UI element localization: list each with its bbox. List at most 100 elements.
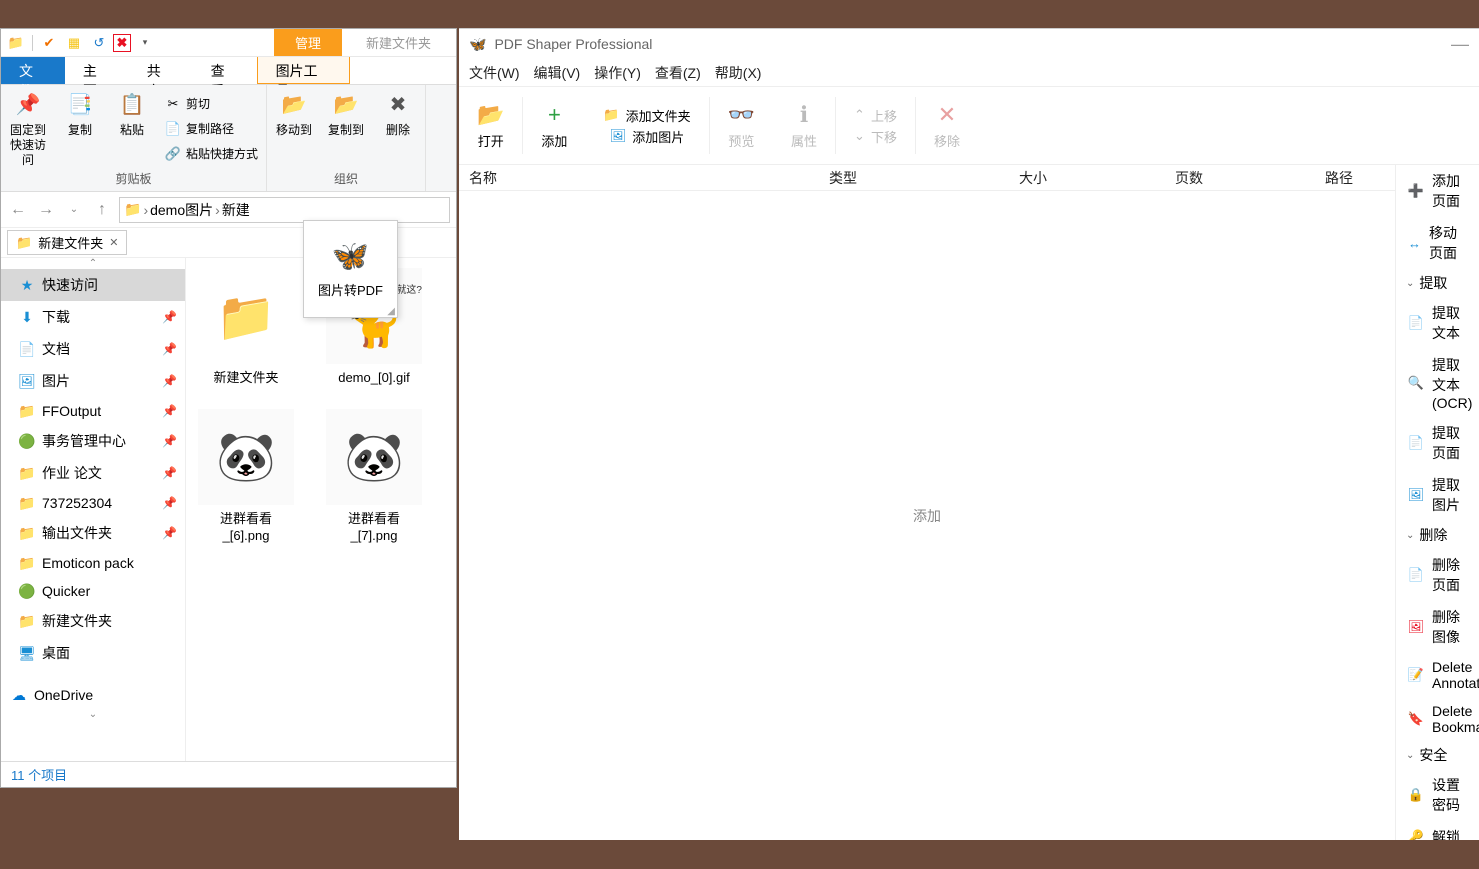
col-path[interactable]: 路径 xyxy=(1325,168,1385,188)
file-pane[interactable]: 📁 新建文件夹 就这? 🐈 demo_[0].gif 🐼 进群看看 _[6].p… xyxy=(186,258,456,761)
minimize-button[interactable]: — xyxy=(1451,34,1469,55)
pin-icon: 📌 xyxy=(162,342,177,356)
cut-label: 剪切 xyxy=(186,95,210,112)
tree-documents[interactable]: 📄文档📌 xyxy=(1,333,185,365)
move-to-button[interactable]: 📂 移动到 xyxy=(271,91,317,138)
menu-op[interactable]: 操作(Y) xyxy=(594,63,641,83)
side-extract-text[interactable]: 📄提取文本 xyxy=(1396,297,1479,349)
scroll-up-indicator[interactable]: ⌃ xyxy=(1,258,185,269)
side-group-delete[interactable]: ⌄删除 xyxy=(1396,521,1479,549)
preview-label: 预览 xyxy=(728,131,754,150)
folder-icon: 📁 xyxy=(19,495,35,511)
side-group-extract[interactable]: ⌄提取 xyxy=(1396,269,1479,297)
tab-home[interactable]: 主页 xyxy=(65,57,129,84)
image-thumbnail: 🐼 xyxy=(326,409,422,505)
tree-num[interactable]: 📁737252304📌 xyxy=(1,489,185,517)
qat-dropdown-icon[interactable]: ▾ xyxy=(134,32,156,54)
menu-edit[interactable]: 编辑(V) xyxy=(534,63,581,83)
file-item[interactable]: 🐼 进群看看 _[7].png xyxy=(324,409,424,545)
address-bar[interactable]: 📁 › demo图片 › 新建 xyxy=(119,197,450,223)
paste-shortcut-button[interactable]: 🔗 粘贴快捷方式 xyxy=(161,143,262,164)
col-pages[interactable]: 页数 xyxy=(1175,168,1225,188)
side-delete-image[interactable]: 🖼删除图像 xyxy=(1396,601,1479,653)
copy-path-icon: 📄 xyxy=(165,121,181,137)
pin-button[interactable]: 📌 固定到 快速访问 xyxy=(5,91,51,168)
pin-icon: 📌 xyxy=(162,466,177,480)
action-hint-img-to-pdf[interactable]: 🦋 图片转PDF ◢ xyxy=(303,220,398,318)
nav-back-button[interactable]: ← xyxy=(7,199,29,221)
image-thumbnail: 🐼 xyxy=(198,409,294,505)
document-tab[interactable]: 📁 新建文件夹 ✕ xyxy=(7,230,127,255)
side-extract-image[interactable]: 🖼提取图片 xyxy=(1396,469,1479,521)
close-icon[interactable]: ✕ xyxy=(109,236,118,249)
paste-label: 粘贴 xyxy=(120,123,144,138)
copy-to-button[interactable]: 📂 复制到 xyxy=(323,91,369,138)
tree-homework[interactable]: 📁作业 论文📌 xyxy=(1,457,185,489)
side-delete-bookmark[interactable]: 🔖Delete Bookmarks xyxy=(1396,697,1479,741)
tree-downloads[interactable]: ⬇下载📌 xyxy=(1,301,185,333)
file-item[interactable]: 📁 新建文件夹 xyxy=(196,268,296,387)
copy-path-button[interactable]: 📄 复制路径 xyxy=(161,118,262,139)
tree-taskmgr[interactable]: 🟢事务管理中心📌 xyxy=(1,425,185,457)
side-move-page[interactable]: ↔移动页面 xyxy=(1396,217,1479,269)
col-type[interactable]: 类型 xyxy=(829,168,919,188)
side-group-security[interactable]: ⌄安全 xyxy=(1396,741,1479,769)
scroll-down-indicator[interactable]: ⌄ xyxy=(1,709,185,720)
tab-picture-tools[interactable]: 图片工具 xyxy=(257,57,351,84)
tree-ffoutput[interactable]: 📁FFOutput📌 xyxy=(1,397,185,425)
add-button[interactable]: + 添加 xyxy=(523,87,585,164)
menu-help[interactable]: 帮助(X) xyxy=(715,63,762,83)
tree-onedrive[interactable]: ☁OneDrive xyxy=(1,681,185,709)
paste-button[interactable]: 📋 粘贴 xyxy=(109,91,155,138)
side-label: 删除页面 xyxy=(1432,555,1467,595)
chevron-up-icon: ⌃ xyxy=(854,107,865,123)
open-button[interactable]: 📂 打开 xyxy=(459,87,522,164)
tab-manage[interactable]: 管理 xyxy=(274,29,342,56)
empty-hint: 添加 xyxy=(913,506,941,526)
nav-recent-button[interactable]: ⌄ xyxy=(63,199,85,221)
tab-view[interactable]: 查看 xyxy=(193,57,257,84)
delete-button[interactable]: ✖ 删除 xyxy=(375,91,421,138)
delete-icon[interactable]: ✖ xyxy=(113,34,131,52)
empty-drop-area[interactable]: 添加 xyxy=(459,191,1395,840)
add-folder-button[interactable]: 📁 添加文件夹 xyxy=(603,106,690,125)
nav-forward-button[interactable]: → xyxy=(35,199,57,221)
tab-file[interactable]: 文件 xyxy=(1,57,65,84)
side-group-label: 提取 xyxy=(1419,273,1447,293)
delete-bookmark-icon: 🔖 xyxy=(1408,711,1424,727)
side-delete-page[interactable]: 📄删除页面 xyxy=(1396,549,1479,601)
file-item[interactable]: 🐼 进群看看 _[6].png xyxy=(196,409,296,545)
side-set-password[interactable]: 🔒设置密码 xyxy=(1396,769,1479,821)
tree-quick-access[interactable]: ★快速访问 xyxy=(1,269,185,301)
side-extract-ocr[interactable]: 🔍提取文本 (OCR) xyxy=(1396,349,1479,417)
path-seg-1[interactable]: demo图片 xyxy=(150,200,213,220)
tree-output[interactable]: 📁输出文件夹📌 xyxy=(1,517,185,549)
folder-icon[interactable]: 📁 xyxy=(5,32,27,54)
tree-pictures[interactable]: 🖼图片📌 xyxy=(1,365,185,397)
side-add-page[interactable]: ➕添加页面 xyxy=(1396,165,1479,217)
menu-view[interactable]: 查看(Z) xyxy=(655,63,701,83)
side-unlock[interactable]: 🔑解锁 xyxy=(1396,821,1479,840)
copy-path-label: 复制路径 xyxy=(186,120,234,137)
properties-icon[interactable]: ▦ xyxy=(63,32,85,54)
copy-button[interactable]: 📑 复制 xyxy=(57,91,103,138)
check-icon[interactable]: ✔ xyxy=(38,32,60,54)
side-extract-page[interactable]: 📄提取页面 xyxy=(1396,417,1479,469)
add-image-button[interactable]: 🖼 添加图片 xyxy=(610,127,685,146)
folder-thumbnail-icon: 📁 xyxy=(198,268,294,364)
col-size[interactable]: 大小 xyxy=(1019,168,1075,188)
tree-quicker[interactable]: 🟢Quicker xyxy=(1,577,185,605)
undo-icon[interactable]: ↺ xyxy=(88,32,110,54)
tree-emoticon[interactable]: 📁Emoticon pack xyxy=(1,549,185,577)
side-label: 提取图片 xyxy=(1432,475,1467,515)
path-seg-2[interactable]: 新建 xyxy=(222,200,250,220)
tree-newfolder[interactable]: 📁新建文件夹 xyxy=(1,605,185,637)
tree-desktop[interactable]: 🖥桌面 xyxy=(1,637,185,669)
menu-file[interactable]: 文件(W) xyxy=(469,63,520,83)
nav-up-button[interactable]: ↑ xyxy=(91,199,113,221)
cut-button[interactable]: ✂ 剪切 xyxy=(161,93,262,114)
col-name[interactable]: 名称 xyxy=(469,168,729,188)
tab-share[interactable]: 共享 xyxy=(129,57,193,84)
add-image-label: 添加图片 xyxy=(632,127,684,146)
side-delete-anno[interactable]: 📝Delete Annotations xyxy=(1396,653,1479,697)
